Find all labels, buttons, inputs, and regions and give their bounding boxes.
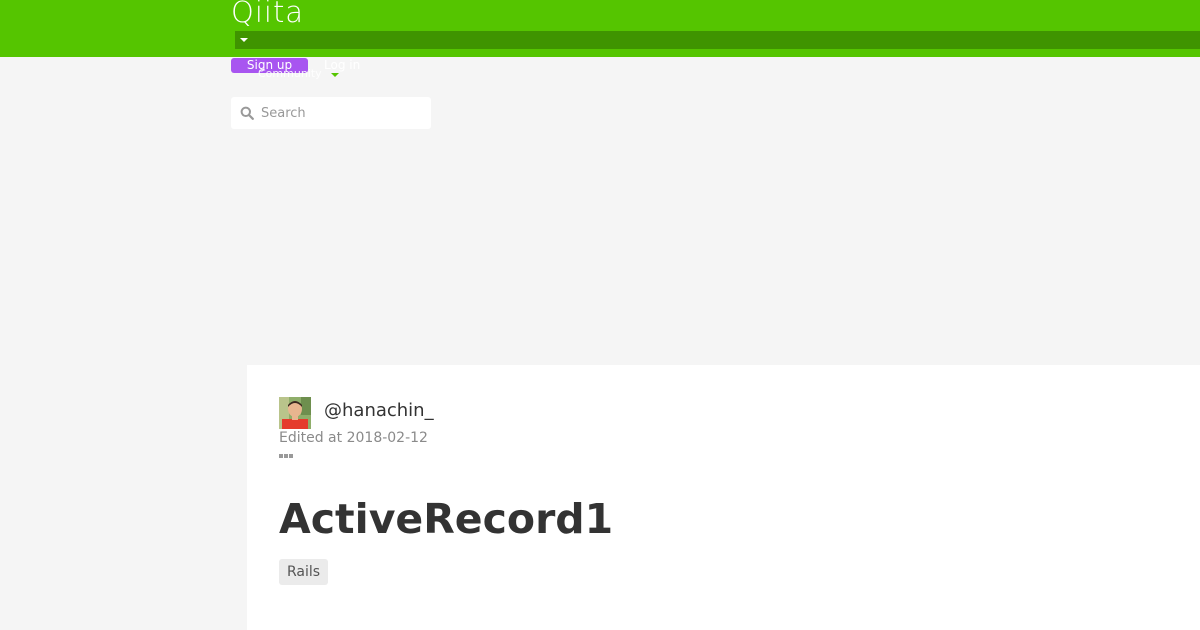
- search-input[interactable]: [261, 97, 426, 129]
- login-link[interactable]: Log in: [324, 58, 360, 73]
- edited-at: Edited at 2018-02-12: [279, 429, 428, 447]
- article-card: @hanachin_ Edited at 2018-02-12 ActiveRe…: [247, 365, 1200, 630]
- edited-date: 2018-02-12: [346, 430, 428, 446]
- search-icon: [240, 106, 254, 120]
- edited-prefix: Edited at: [279, 430, 343, 446]
- more-dot: [279, 454, 283, 458]
- avatar-image: [279, 397, 311, 429]
- chevron-down-icon[interactable]: [331, 73, 339, 77]
- more-options-icon[interactable]: [279, 454, 295, 460]
- article-title: ActiveRecord1: [279, 495, 614, 543]
- community-bar[interactable]: [235, 31, 1200, 49]
- author-name[interactable]: @hanachin_: [324, 399, 434, 423]
- more-dot: [284, 454, 288, 458]
- site-header: Qiita: [0, 0, 1200, 57]
- tag-rails[interactable]: Rails: [279, 559, 329, 585]
- community-label[interactable]: Community: [258, 67, 322, 81]
- search-box[interactable]: [231, 97, 431, 129]
- avatar[interactable]: [279, 397, 311, 429]
- chevron-down-icon[interactable]: [240, 38, 248, 42]
- more-dot: [289, 454, 293, 458]
- qiita-logo[interactable]: Qiita: [231, 0, 304, 32]
